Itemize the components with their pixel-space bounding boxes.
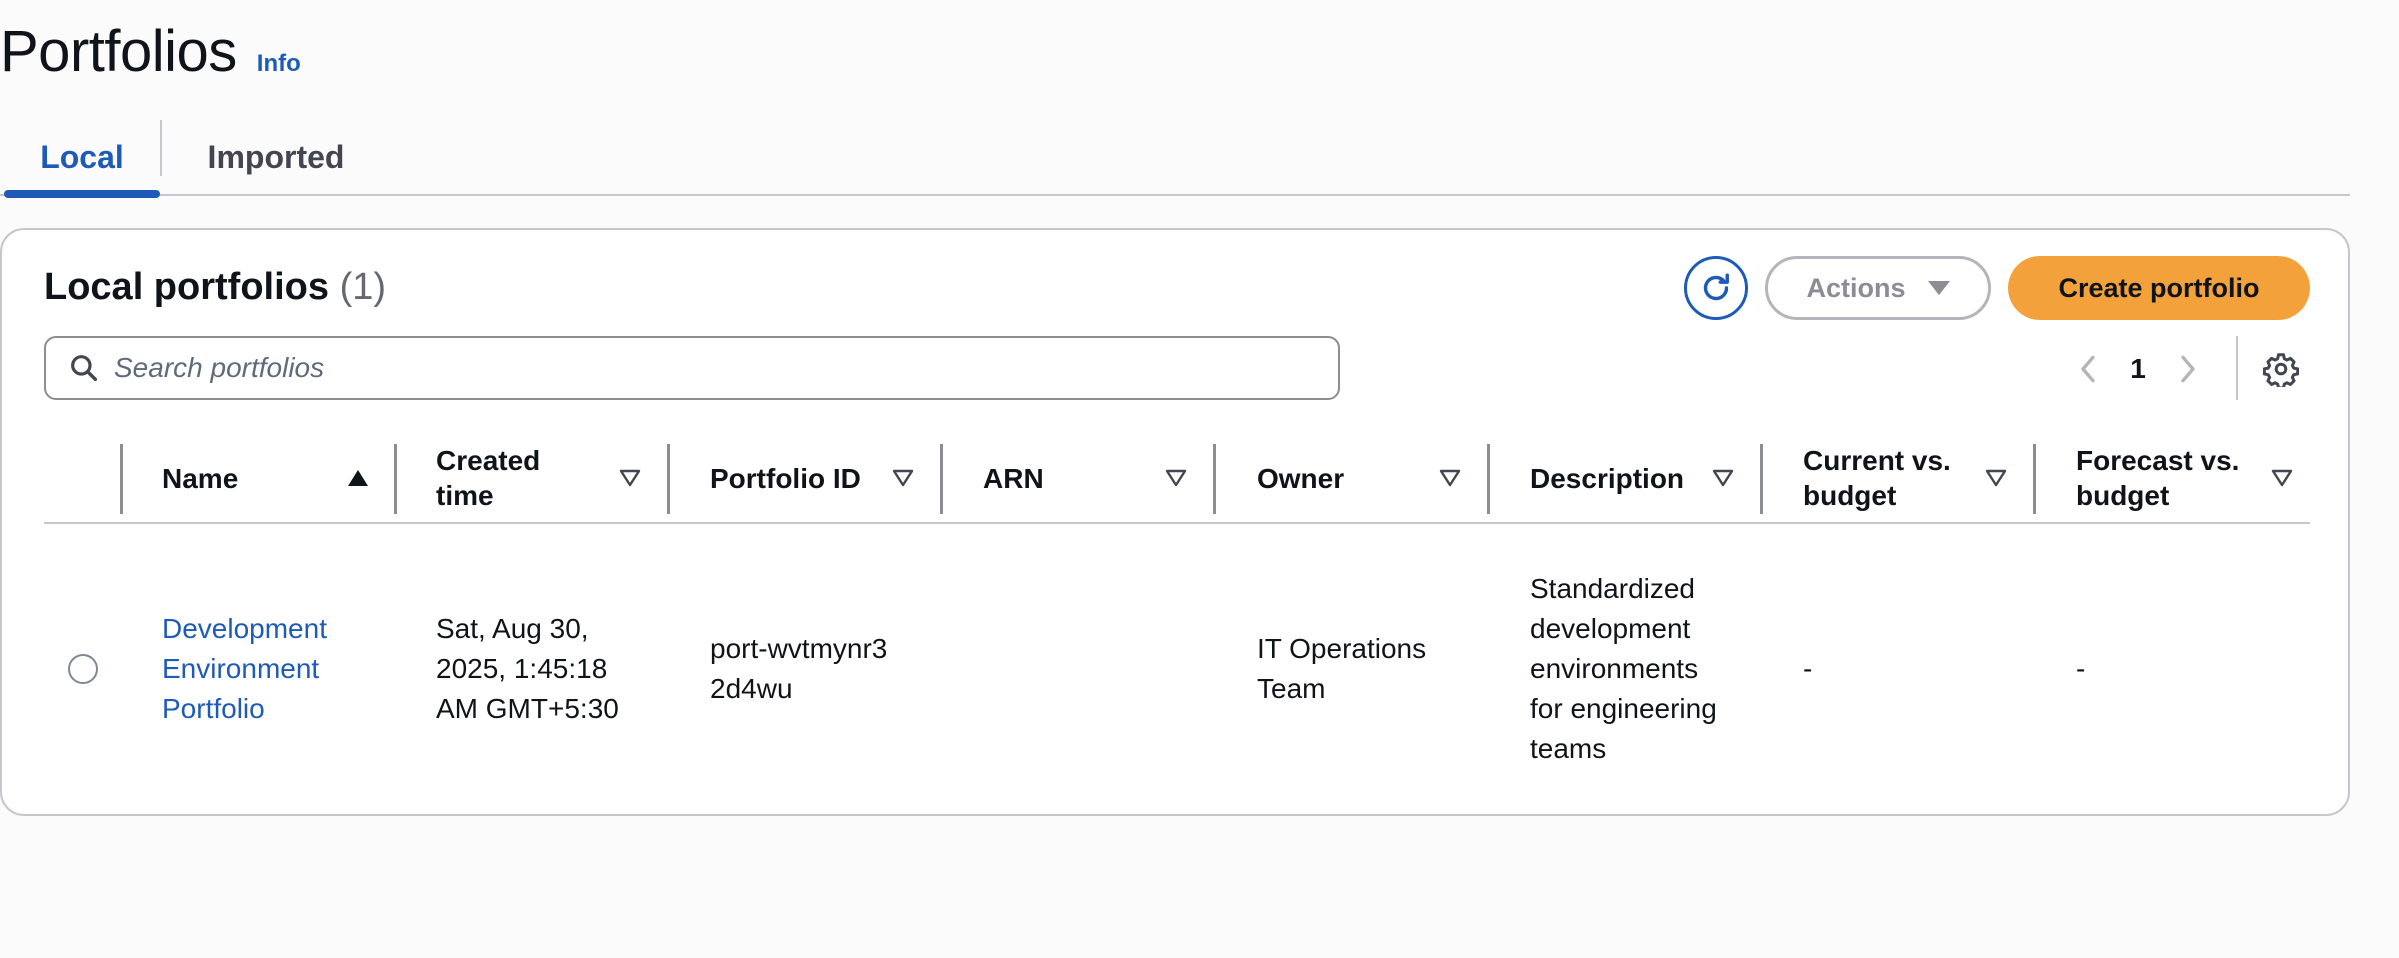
tab-imported[interactable]: Imported [162, 118, 390, 196]
page-header: Portfolios Info [0, 18, 301, 85]
description-value: Standardized development environments fo… [1530, 573, 1717, 764]
sort-icon[interactable] [1164, 466, 1188, 490]
column-label: Name [162, 462, 239, 494]
column-separator [2033, 444, 2036, 514]
cell-owner: IT Operations Team [1257, 526, 1457, 812]
column-header-owner[interactable]: Owner [1257, 432, 1457, 524]
search-box [44, 336, 1340, 400]
owner-value: IT Operations Team [1257, 633, 1427, 704]
column-header-arn[interactable]: ARN [983, 432, 1183, 524]
panel-title: Local portfolios (1) [44, 266, 386, 309]
previous-page-button[interactable] [2068, 342, 2108, 396]
cell-description: Standardized development environments fo… [1530, 526, 1730, 812]
portfolio-id-value: port-wvtmynr32d4wu [710, 633, 888, 704]
table-header: Name Created time Portfolio ID ARN Owner [44, 432, 2310, 524]
refresh-button[interactable] [1684, 256, 1748, 320]
actions-label: Actions [1806, 272, 1906, 303]
sort-ascending-icon[interactable] [346, 466, 370, 490]
next-page-button[interactable] [2168, 342, 2208, 396]
preferences-button[interactable] [2260, 348, 2302, 390]
cell-name: Development Environment Portfolio [162, 526, 362, 812]
tab-local[interactable]: Local [4, 118, 160, 198]
column-header-description[interactable]: Description [1530, 432, 1730, 524]
sort-icon[interactable] [1438, 466, 1462, 490]
cell-created-time: Sat, Aug 30, 2025, 1:45:18 AM GMT+5:30 [436, 526, 646, 812]
caret-down-icon [1927, 281, 1950, 295]
gear-icon [2263, 353, 2299, 387]
page-number[interactable]: 1 [2108, 353, 2168, 385]
actions-dropdown[interactable]: Actions [1765, 256, 1991, 320]
sort-icon[interactable] [891, 466, 915, 490]
column-label: Current vs. budget [1803, 445, 1951, 511]
column-separator [120, 444, 123, 514]
column-label: Forecast vs. budget [2076, 445, 2240, 511]
panel-title-text: Local portfolios [44, 266, 329, 308]
tab-list: Local Imported [0, 118, 2350, 198]
cell-arn [983, 526, 1183, 812]
column-label: Portfolio ID [710, 462, 861, 494]
sort-icon[interactable] [1984, 466, 2008, 490]
cell-forecast-vs-budget: - [2076, 526, 2276, 812]
column-label: Description [1530, 462, 1685, 494]
search-icon [68, 352, 100, 384]
column-header-forecast-vs-budget[interactable]: Forecast vs. budget [2076, 432, 2266, 524]
column-separator [940, 444, 943, 514]
column-separator [667, 444, 670, 514]
forecast-vs-budget-value: - [2076, 653, 2086, 684]
column-separator [1213, 444, 1216, 514]
row-radio-button[interactable] [68, 654, 98, 684]
refresh-icon [1698, 270, 1734, 306]
search-input[interactable] [114, 352, 1264, 384]
column-label: ARN [983, 462, 1044, 494]
current-vs-budget-value: - [1803, 653, 1813, 684]
pager-divider [2236, 336, 2238, 400]
column-header-current-vs-budget[interactable]: Current vs. budget [1803, 432, 1983, 524]
column-label: Owner [1257, 462, 1345, 494]
pagination: 1 [2068, 342, 2208, 396]
sort-icon[interactable] [1711, 466, 1735, 490]
column-label: Created time [436, 445, 541, 511]
column-separator [1487, 444, 1490, 514]
info-link[interactable]: Info [257, 50, 301, 78]
local-portfolios-panel: Local portfolios (1) Actions Create port… [0, 228, 2350, 816]
created-time-value: Sat, Aug 30, 2025, 1:45:18 AM GMT+5:30 [436, 613, 619, 724]
chevron-left-icon [2081, 355, 2095, 383]
chevron-right-icon [2181, 355, 2195, 383]
sort-icon[interactable] [618, 466, 642, 490]
column-separator [1760, 444, 1763, 514]
portfolio-name-link[interactable]: Development Environment Portfolio [162, 609, 362, 729]
row-select-cell [68, 526, 108, 812]
panel-count: (1) [339, 266, 387, 308]
cell-portfolio-id: port-wvtmynr32d4wu [710, 526, 900, 812]
column-separator [394, 444, 397, 514]
create-portfolio-button[interactable]: Create portfolio [2008, 256, 2310, 320]
sort-icon[interactable] [2270, 466, 2294, 490]
table-row: Development Environment Portfolio Sat, A… [44, 526, 2310, 812]
cell-current-vs-budget: - [1803, 526, 2003, 812]
page-title: Portfolios [0, 19, 237, 84]
column-header-portfolio-id[interactable]: Portfolio ID [710, 432, 910, 524]
column-header-created-time[interactable]: Created time [436, 432, 606, 524]
